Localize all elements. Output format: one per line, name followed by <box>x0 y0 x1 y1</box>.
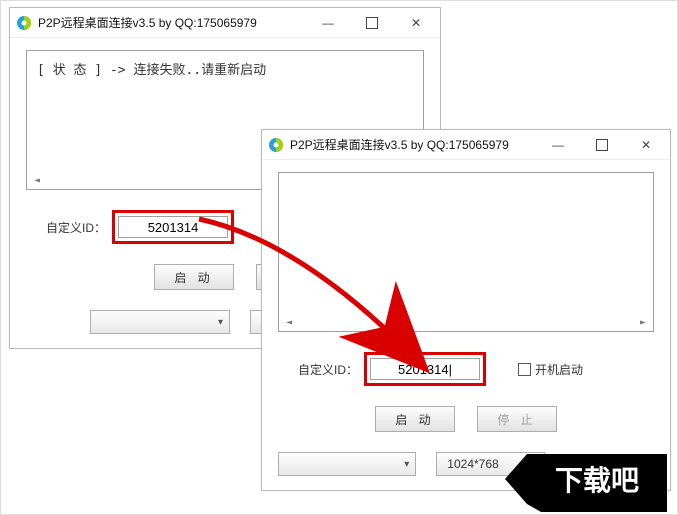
window-2: P2P远程桌面连接v3.5 by QQ:175065979 ◄ ► 自定义ID：… <box>261 129 671 491</box>
custom-id-label: 自定义ID： <box>298 361 358 378</box>
status-log[interactable]: ◄ ► <box>278 172 654 332</box>
window-title: P2P远程桌面连接v3.5 by QQ:175065979 <box>290 136 536 153</box>
maximize-button[interactable] <box>580 131 624 159</box>
start-button[interactable]: 启 动 <box>375 406 455 432</box>
chevron-down-icon: ▾ <box>218 317 223 328</box>
scroll-left-icon[interactable]: ◄ <box>282 315 296 329</box>
minimize-button[interactable] <box>536 131 580 159</box>
start-button[interactable]: 启 动 <box>154 264 234 290</box>
autostart-label: 开机启动 <box>535 361 583 378</box>
app-icon <box>268 137 284 153</box>
custom-id-highlight <box>112 210 234 244</box>
resolution-value: 1024*768 <box>447 457 498 471</box>
download-badge: 下载吧 <box>527 454 667 504</box>
app-icon <box>16 15 32 31</box>
button-row: 启 动 停 止 <box>278 406 654 432</box>
custom-id-row: 自定义ID： 开机启动 <box>278 352 654 386</box>
maximize-button[interactable] <box>350 9 394 37</box>
select-1[interactable]: ▾ <box>278 452 416 476</box>
window-title: P2P远程桌面连接v3.5 by QQ:175065979 <box>38 14 306 31</box>
autostart-option[interactable]: 开机启动 <box>518 361 583 378</box>
close-button[interactable] <box>394 9 438 37</box>
minimize-button[interactable] <box>306 9 350 37</box>
scroll-right-icon[interactable]: ► <box>636 315 650 329</box>
scroll-left-icon[interactable]: ◄ <box>30 173 44 187</box>
custom-id-input[interactable] <box>118 216 228 238</box>
download-badge-text: 下载吧 <box>555 459 639 499</box>
close-button[interactable] <box>624 131 668 159</box>
stop-button[interactable]: 停 止 <box>477 406 557 432</box>
chevron-down-icon: ▾ <box>404 459 409 470</box>
custom-id-label: 自定义ID： <box>46 219 106 236</box>
titlebar: P2P远程桌面连接v3.5 by QQ:175065979 <box>10 8 440 38</box>
custom-id-highlight <box>364 352 486 386</box>
custom-id-input[interactable] <box>370 358 480 380</box>
titlebar: P2P远程桌面连接v3.5 by QQ:175065979 <box>262 130 670 160</box>
select-1[interactable]: ▾ <box>90 310 230 334</box>
log-line: [ 状 态 ] -> 连接失败..请重新启动 <box>37 63 266 78</box>
autostart-checkbox[interactable] <box>518 363 531 376</box>
client-area: ◄ ► 自定义ID： 开机启动 启 动 停 止 ▾ 1024*768▾ <box>262 160 670 490</box>
